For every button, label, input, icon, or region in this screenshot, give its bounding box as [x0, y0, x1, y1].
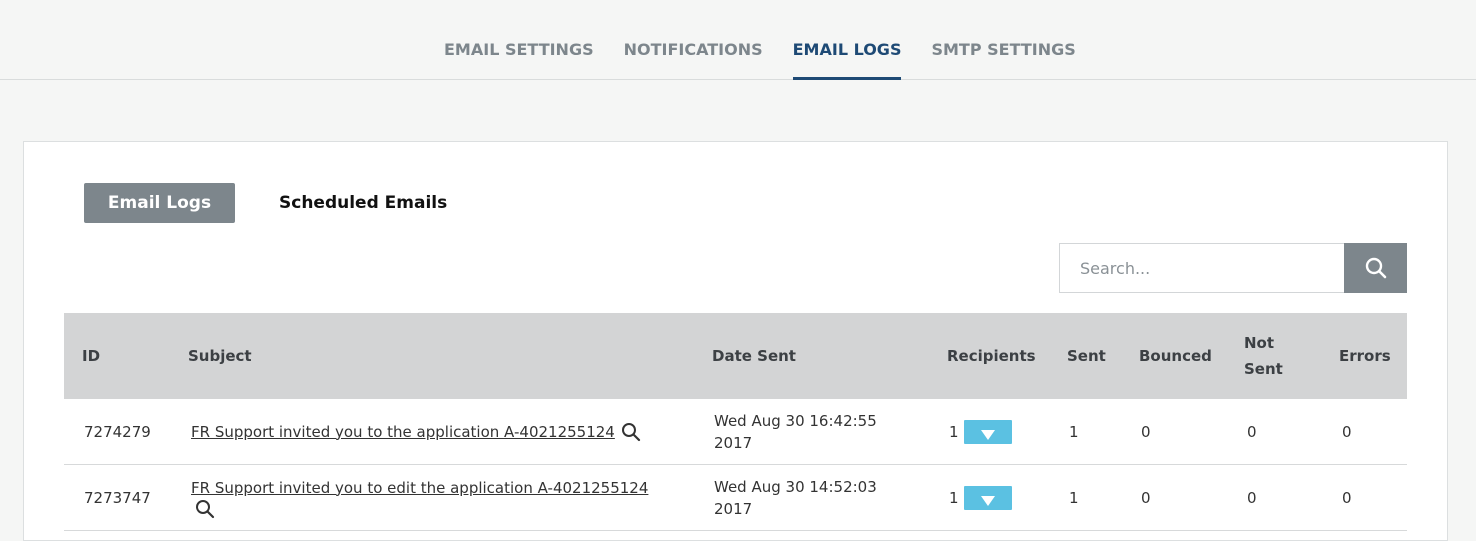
column-header-sent[interactable]: Sent	[1067, 313, 1106, 399]
recipients-count: 1	[949, 422, 959, 441]
subject-link[interactable]: FR Support invited you to edit the appli…	[191, 477, 648, 499]
email-logs-subtab-button[interactable]: Email Logs	[84, 183, 235, 223]
caret-down-icon	[980, 495, 995, 506]
search-input[interactable]	[1059, 243, 1344, 293]
row-not-sent: 0	[1247, 488, 1257, 507]
recipients-expand-button[interactable]	[963, 419, 1012, 444]
column-header-subject[interactable]: Subject	[188, 313, 252, 399]
tab-email-logs[interactable]: EMAIL LOGS	[792, 0, 902, 80]
column-header-id[interactable]: ID	[82, 313, 100, 399]
search-button[interactable]	[1344, 243, 1407, 293]
caret-down-icon	[980, 429, 995, 440]
row-date-sent: Wed Aug 30 14:52:03 2017	[714, 465, 877, 530]
subject-link[interactable]: FR Support invited you to the applicatio…	[191, 421, 615, 443]
table-row: 7274279 FR Support invited you to the ap…	[64, 399, 1407, 465]
row-sent: 1	[1069, 422, 1079, 441]
column-header-not-sent[interactable]: Not Sent	[1244, 313, 1283, 399]
preview-magnifier-icon[interactable]	[195, 499, 215, 519]
year-line: 2017	[714, 433, 753, 452]
column-header-not-sent-line1: Not	[1244, 334, 1275, 352]
date-line: Wed Aug 30 16:42:55	[714, 411, 877, 430]
row-errors: 0	[1342, 422, 1352, 441]
row-bounced: 0	[1141, 422, 1151, 441]
column-header-errors[interactable]: Errors	[1339, 313, 1391, 399]
row-subject-cell: FR Support invited you to the applicatio…	[191, 399, 641, 464]
row-not-sent: 0	[1247, 422, 1257, 441]
row-recipients: 1	[949, 465, 1012, 530]
recipients-expand-button[interactable]	[963, 485, 1012, 510]
email-logs-table: ID Subject Date Sent Recipients Sent Bou…	[64, 313, 1407, 531]
row-id: 7273747	[84, 488, 151, 507]
top-nav: EMAIL SETTINGS NOTIFICATIONS EMAIL LOGS …	[0, 0, 1476, 80]
year-line: 2017	[714, 499, 753, 518]
row-sent: 1	[1069, 488, 1079, 507]
row-errors: 0	[1342, 488, 1352, 507]
row-date-sent: Wed Aug 30 16:42:55 2017	[714, 399, 877, 464]
column-header-date-sent[interactable]: Date Sent	[712, 313, 796, 399]
row-bounced: 0	[1141, 488, 1151, 507]
row-id: 7274279	[84, 422, 151, 441]
scheduled-emails-subtab[interactable]: Scheduled Emails	[279, 183, 447, 223]
search-icon	[1365, 257, 1386, 279]
date-line: Wed Aug 30 14:52:03	[714, 477, 877, 496]
table-row: 7273747 FR Support invited you to edit t…	[64, 465, 1407, 531]
email-logs-card: Email Logs Scheduled Emails ID Subject D…	[23, 141, 1448, 541]
tab-email-settings[interactable]: EMAIL SETTINGS	[444, 0, 594, 80]
tab-notifications[interactable]: NOTIFICATIONS	[624, 0, 763, 80]
preview-magnifier-icon[interactable]	[621, 422, 641, 442]
column-header-not-sent-line2: Sent	[1244, 360, 1283, 378]
tab-smtp-settings[interactable]: SMTP SETTINGS	[931, 0, 1075, 80]
recipients-count: 1	[949, 488, 959, 507]
row-recipients: 1	[949, 399, 1012, 464]
column-header-bounced[interactable]: Bounced	[1139, 313, 1212, 399]
table-header: ID Subject Date Sent Recipients Sent Bou…	[64, 313, 1407, 399]
settings-tabs: EMAIL SETTINGS NOTIFICATIONS EMAIL LOGS …	[444, 0, 1106, 80]
column-header-recipients[interactable]: Recipients	[947, 313, 1036, 399]
row-subject-cell: FR Support invited you to edit the appli…	[191, 465, 648, 530]
